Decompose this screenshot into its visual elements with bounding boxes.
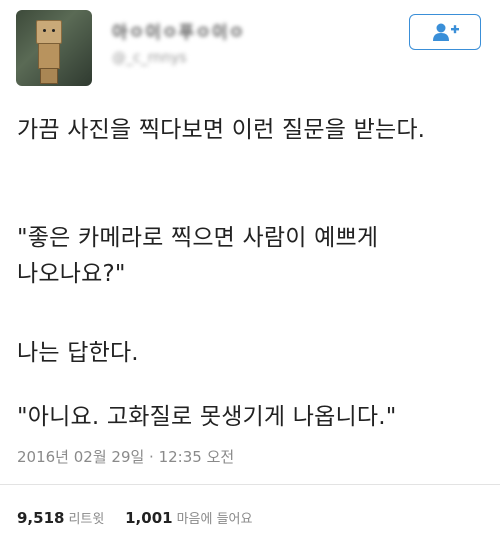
like-count[interactable]: 1,001 xyxy=(125,509,172,527)
retweet-count[interactable]: 9,518 xyxy=(17,509,64,527)
like-label[interactable]: 마음에 들어요 xyxy=(177,512,253,527)
avatar-figure-body xyxy=(38,43,60,69)
tweet-card: 아ㅇ이ㅇ푸ㅇ이ㅇ @_c_rnnys 가끔 사진을 찍다보면 이런 질문을 받는… xyxy=(0,0,500,554)
tweet-text-line: "아니요. 고화질로 못생기게 나옵니다." xyxy=(17,404,397,430)
author-handle[interactable]: @_c_rnnys xyxy=(112,50,187,66)
retweet-label[interactable]: 리트윗 xyxy=(68,512,104,527)
tweet-text-line: 가끔 사진을 찍다보면 이런 질문을 받는다. xyxy=(17,117,426,143)
tweet-text-line: 나오나요?" xyxy=(17,261,126,287)
avatar-figure-legs xyxy=(40,68,58,84)
author-display-name[interactable]: 아ㅇ이ㅇ푸ㅇ이ㅇ xyxy=(112,18,245,43)
add-user-icon xyxy=(433,23,459,41)
avatar-figure-head xyxy=(36,20,62,44)
tweet-text-line: "좋은 카메라로 찍으면 사람이 예쁘게 xyxy=(17,225,379,251)
avatar[interactable] xyxy=(16,10,92,86)
tweet-timestamp[interactable]: 2016년 02월 29일 · 12:35 오전 xyxy=(17,446,234,467)
divider xyxy=(0,484,500,485)
tweet-stats: 9,518 리트윗 1,001 마음에 들어요 xyxy=(17,508,268,527)
follow-button[interactable] xyxy=(409,14,481,50)
tweet-text-line: 나는 답한다. xyxy=(17,340,139,366)
